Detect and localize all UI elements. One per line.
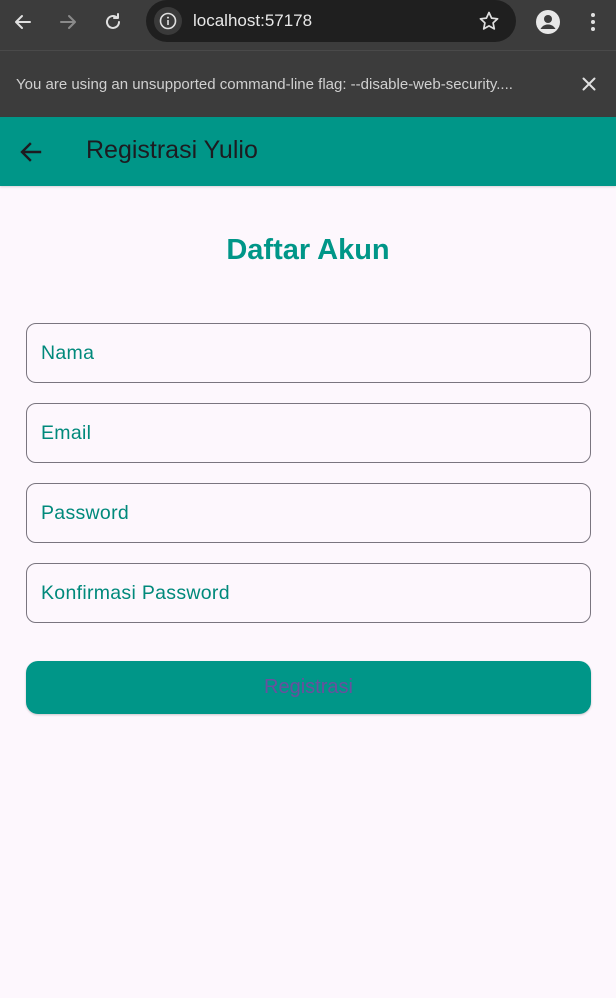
password-field-label: Password	[41, 502, 130, 524]
nama-field-label: Nama	[41, 342, 95, 364]
register-button-label: Registrasi	[264, 676, 353, 698]
infobar-close-button[interactable]	[576, 71, 602, 97]
close-icon	[582, 77, 596, 91]
browser-forward-button[interactable]	[51, 7, 85, 37]
site-info-button[interactable]	[154, 7, 182, 35]
arrow-left-icon	[20, 142, 42, 162]
profile-icon	[536, 10, 560, 34]
more-vert-icon	[591, 13, 595, 31]
arrow-right-icon	[60, 15, 76, 29]
app-bar: Registrasi Yulio	[0, 117, 616, 186]
warning-infobar: You are using an unsupported command-lin…	[0, 50, 616, 117]
bookmark-button[interactable]	[478, 10, 500, 37]
infobar-message: You are using an unsupported command-lin…	[16, 76, 513, 93]
browser-reload-button[interactable]	[96, 7, 130, 37]
form-heading: Daftar Akun	[226, 234, 390, 266]
email-field[interactable]: Email	[26, 403, 591, 463]
back-button[interactable]	[14, 135, 48, 169]
register-button[interactable]: Registrasi	[26, 661, 591, 714]
address-bar[interactable]: localhost:57178	[146, 0, 516, 42]
info-icon	[159, 12, 177, 30]
confirm-password-field[interactable]: Konfirmasi Password	[26, 563, 591, 623]
browser-toolbar: localhost:57178	[0, 0, 616, 50]
confirm-password-field-label: Konfirmasi Password	[41, 582, 230, 604]
email-field-label: Email	[41, 422, 92, 444]
nama-field[interactable]: Nama	[26, 323, 591, 383]
profile-button[interactable]	[531, 7, 565, 37]
reload-icon	[106, 13, 120, 29]
arrow-left-icon	[15, 15, 31, 29]
password-field[interactable]: Password	[26, 483, 591, 543]
browser-back-button[interactable]	[6, 7, 40, 37]
page-title: Registrasi Yulio	[86, 136, 258, 164]
url-text: localhost:57178	[193, 11, 313, 30]
browser-menu-button[interactable]	[576, 7, 610, 37]
star-icon	[479, 11, 499, 30]
